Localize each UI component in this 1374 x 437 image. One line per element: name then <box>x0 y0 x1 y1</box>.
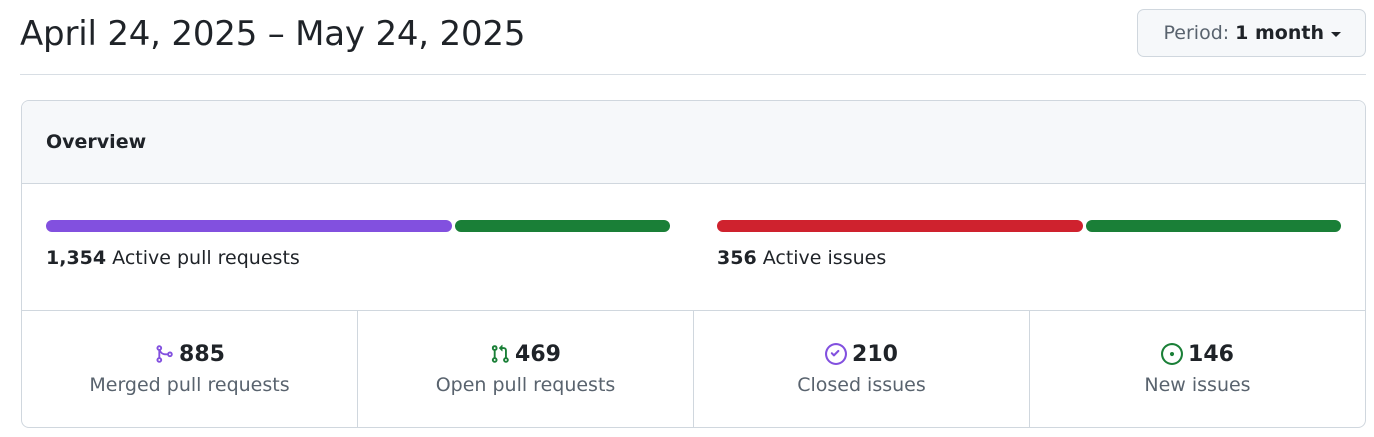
active-issues-text: Active issues <box>762 247 887 269</box>
stat-value-row: 210 <box>825 340 898 368</box>
closed-issues-stat[interactable]: 210 Closed issues <box>694 311 1030 427</box>
header-divider <box>20 74 1366 75</box>
open-pull-requests-stat[interactable]: 469 Open pull requests <box>358 311 694 427</box>
pull-requests-bar <box>46 220 670 232</box>
active-pull-requests-label: 1,354 Active pull requests <box>46 247 670 269</box>
stat-value: 210 <box>852 341 898 367</box>
overview-header: Overview <box>22 101 1365 184</box>
overview-stats: 885 Merged pull requests 469 Open pull r… <box>22 311 1365 427</box>
active-pull-requests-count: 1,354 <box>46 247 107 269</box>
stat-label: Open pull requests <box>435 374 616 396</box>
stat-label: New issues <box>1144 374 1251 396</box>
stat-value-row: 885 <box>154 340 225 368</box>
overview-summary: 1,354 Active pull requests 356 Active is… <box>22 184 1365 311</box>
git-pull-request-icon <box>491 344 509 363</box>
issue-closed-icon <box>825 343 848 365</box>
stat-value: 469 <box>515 341 561 367</box>
stat-value: 885 <box>179 341 225 367</box>
period-selector-button[interactable]: Period: 1 month <box>1136 9 1366 57</box>
closed-bar-segment <box>717 220 1084 232</box>
stat-label: Closed issues <box>797 374 926 396</box>
active-pull-requests-text: Active pull requests <box>112 247 300 269</box>
period-value: 1 month <box>1235 22 1324 44</box>
git-merge-icon <box>156 345 173 363</box>
open-bar-segment <box>454 220 670 232</box>
issue-opened-icon <box>1161 343 1184 365</box>
issues-summary: 356 Active issues <box>717 220 1341 269</box>
period-label: Period: <box>1163 22 1230 44</box>
stat-value-row: 146 <box>1161 340 1234 368</box>
merged-bar-segment <box>46 220 452 232</box>
overview-box: Overview 1,354 Active pull requests 356 … <box>21 100 1366 428</box>
issues-bar <box>717 220 1341 232</box>
active-issues-count: 356 <box>717 247 757 269</box>
new-bar-segment <box>1086 220 1341 232</box>
active-issues-label: 356 Active issues <box>717 247 1341 269</box>
merged-pull-requests-stat[interactable]: 885 Merged pull requests <box>22 311 358 427</box>
overview-title: Overview <box>46 131 147 153</box>
caret-down-icon <box>1331 31 1341 37</box>
stat-value: 146 <box>1188 341 1234 367</box>
date-range-title: April 24, 2025 – May 24, 2025 <box>20 14 526 54</box>
new-issues-stat[interactable]: 146 New issues <box>1030 311 1365 427</box>
pull-requests-summary: 1,354 Active pull requests <box>46 220 670 269</box>
stat-value-row: 469 <box>490 340 561 368</box>
stat-label: Merged pull requests <box>89 374 290 396</box>
